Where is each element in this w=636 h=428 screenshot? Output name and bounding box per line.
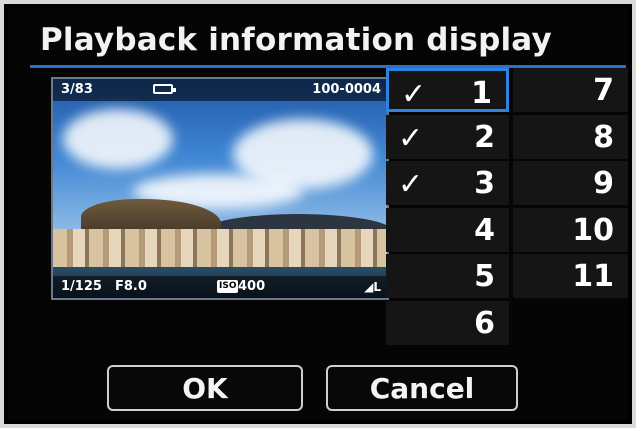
option-item-6[interactable]: 6: [386, 300, 509, 345]
preview-cloud: [63, 109, 173, 169]
option-item-4[interactable]: 4: [386, 207, 509, 252]
battery-icon: [153, 84, 176, 94]
option-number: 7: [593, 73, 614, 108]
option-number: 9: [593, 166, 614, 201]
image-preview: 3/83 100-0004 1/125 F8.0 ISO 400 ◢L: [51, 77, 389, 300]
option-item-10[interactable]: 10: [513, 207, 628, 252]
option-number: 10: [572, 212, 614, 248]
option-item-3[interactable]: ✓ 3: [386, 161, 509, 205]
file-number: 100-0004: [312, 82, 381, 97]
shutter-speed: 1/125: [61, 279, 102, 294]
option-number: 3: [474, 166, 495, 201]
option-item-9[interactable]: 9: [513, 161, 628, 205]
aperture: F8.0: [115, 279, 147, 294]
checkmark-icon: ✓: [398, 167, 424, 202]
camera-screen: Playback information display 3/83 100-00…: [8, 8, 628, 420]
option-number: 2: [474, 119, 495, 155]
page-title: Playback information display: [40, 22, 552, 58]
option-number: 6: [474, 305, 495, 341]
preview-info-bottom: 1/125 F8.0 ISO 400 ◢L: [53, 276, 387, 298]
option-item-11[interactable]: 11: [513, 254, 628, 298]
iso-icon: ISO: [217, 280, 239, 293]
option-item-7[interactable]: 7: [513, 68, 628, 112]
option-number: 1: [471, 76, 492, 111]
option-item-2[interactable]: ✓ 2: [386, 114, 509, 159]
preview-info-top: 3/83 100-0004: [53, 79, 387, 101]
cancel-button[interactable]: Cancel: [326, 365, 518, 411]
image-quality-icon: ◢L: [364, 280, 381, 294]
option-item-8[interactable]: 8: [513, 114, 628, 159]
option-number: 8: [593, 119, 614, 155]
frame-counter: 3/83: [61, 82, 93, 97]
checkmark-icon: ✓: [398, 120, 424, 156]
option-number: 4: [474, 212, 495, 248]
ok-button[interactable]: OK: [107, 365, 303, 411]
checkmark-icon: ✓: [401, 77, 427, 112]
option-item-1[interactable]: ✓ 1: [386, 68, 509, 112]
option-number: 11: [572, 259, 614, 294]
option-item-5[interactable]: 5: [386, 254, 509, 298]
option-number: 5: [474, 259, 495, 294]
iso-value: 400: [238, 279, 266, 294]
preview-town: [53, 229, 387, 269]
